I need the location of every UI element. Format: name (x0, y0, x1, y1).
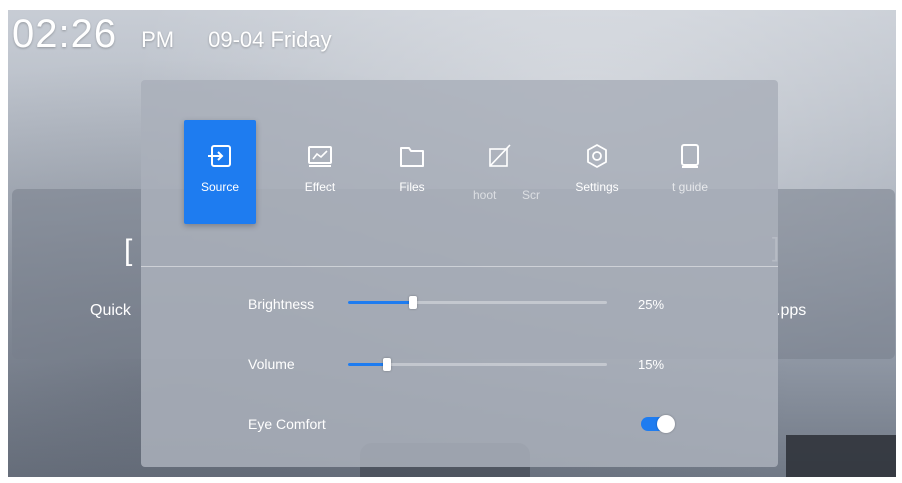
brightness-slider-fill (348, 301, 413, 304)
volume-slider[interactable] (348, 358, 607, 371)
tile-effect-label: Effect (304, 180, 336, 194)
background-object (786, 435, 896, 477)
tile-guide-label: t guide (671, 180, 709, 194)
frame-top (0, 0, 902, 10)
clock-time: 02:26 (12, 12, 118, 56)
bracket-icon: [ (124, 234, 133, 267)
effect-icon (308, 146, 332, 167)
frame-bottom (0, 477, 902, 483)
tile-screen-label: Scr (522, 188, 540, 202)
tile-source-label: Source (200, 180, 240, 194)
tile-files[interactable]: Files (376, 120, 448, 224)
gear-icon (587, 144, 607, 168)
screenshot-icon (489, 144, 511, 167)
source-icon (208, 145, 231, 167)
tile-screenshot-label: hoot (473, 188, 497, 202)
tile-guide[interactable]: t guide (654, 120, 726, 224)
tile-files-label: Files (399, 180, 425, 194)
tile-source[interactable]: Source (184, 120, 256, 224)
volume-slider-handle[interactable] (382, 358, 391, 371)
tile-settings-label: Settings (575, 180, 619, 194)
status-clock: 02:26 PM 09-04 Friday (12, 12, 332, 72)
files-icon (400, 147, 424, 167)
toggle-knob (657, 415, 675, 433)
tile-effect[interactable]: Effect (284, 120, 356, 224)
quick-settings-panel: Source Effect Files hoot Scr Settings t … (141, 80, 778, 467)
tile-screenshot[interactable] (463, 120, 535, 224)
brightness-value: 25% (638, 297, 665, 312)
volume-value: 15% (638, 357, 665, 372)
clock-ampm: PM (141, 27, 175, 52)
background-quick-label: Quick (90, 302, 131, 319)
frame-right (896, 0, 902, 483)
eye-comfort-label: Eye Comfort (248, 416, 326, 432)
eye-comfort-toggle[interactable] (641, 415, 675, 433)
background-apps-label: .pps (776, 302, 807, 319)
clock-date: 09-04 Friday (208, 27, 332, 52)
brightness-slider-handle[interactable] (408, 296, 417, 309)
tile-settings[interactable]: Settings (561, 120, 633, 224)
guide-icon (681, 144, 699, 168)
volume-label: Volume (248, 356, 295, 372)
volume-slider-fill (348, 363, 387, 366)
brightness-label: Brightness (248, 296, 315, 312)
frame-left (0, 0, 8, 483)
brightness-slider[interactable] (348, 296, 607, 309)
panel-divider (141, 266, 778, 267)
